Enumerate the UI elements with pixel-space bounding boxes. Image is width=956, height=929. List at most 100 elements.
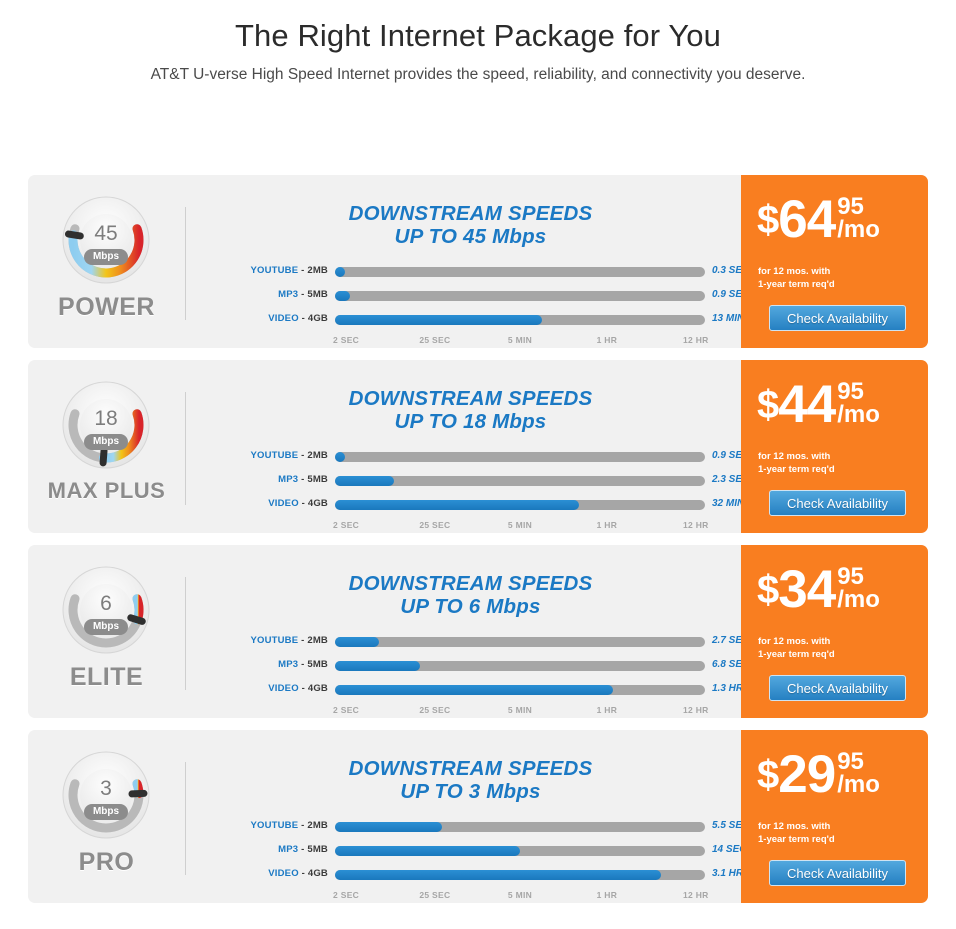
bar-fill <box>335 291 350 301</box>
currency-symbol: $ <box>757 568 779 612</box>
gauge-value: 45 <box>94 222 118 245</box>
bar-track <box>335 315 705 325</box>
axis-tick: 25 SEC <box>419 520 451 530</box>
bar-label: MP3 - 5MB <box>200 844 328 855</box>
speed-chart: DOWNSTREAM SPEEDS UP TO 45 Mbps YOUTUBE … <box>200 175 749 348</box>
price-whole: 44 <box>778 375 836 434</box>
price-whole: 29 <box>778 745 836 804</box>
chart-title: DOWNSTREAM SPEEDS UP TO 6 Mbps <box>200 572 741 618</box>
bar-label-size: - 4GB <box>298 498 328 509</box>
price-panel: $29 95 /mo for 12 mos. with 1-year term … <box>741 730 928 903</box>
bar-fill <box>335 452 345 462</box>
bar-fill <box>335 315 543 325</box>
bar-track <box>335 291 705 301</box>
chart-title-line1: DOWNSTREAM SPEEDS <box>348 387 593 410</box>
bar-label-service: MP3 <box>278 659 299 670</box>
gauge-unit-badge: Mbps <box>84 249 128 265</box>
check-availability-button[interactable]: Check Availability <box>769 860 906 886</box>
bar-label-service: YOUTUBE <box>250 635 299 646</box>
price-cents: 95 <box>837 563 864 590</box>
bar-fill <box>335 637 380 647</box>
terms-line-2: 1-year term req'd <box>758 464 835 475</box>
bar-label-service: VIDEO <box>268 498 299 509</box>
axis-tick: 12 HR <box>683 520 709 530</box>
currency-symbol: $ <box>757 198 779 242</box>
chart-title-line1: DOWNSTREAM SPEEDS <box>348 202 593 225</box>
speed-chart: DOWNSTREAM SPEEDS UP TO 6 Mbps YOUTUBE -… <box>200 545 749 718</box>
terms-line-1: for 12 mos. with <box>758 636 831 647</box>
axis-tick: 5 MIN <box>507 335 533 345</box>
plan-identity: 18 Mbps MAX PLUS <box>28 360 185 533</box>
bar-label-size: - 5MB <box>298 474 328 485</box>
bar-label: VIDEO - 4GB <box>200 683 328 694</box>
bar-fill <box>335 685 613 695</box>
bar-label: MP3 - 5MB <box>200 474 328 485</box>
bar-label-size: - 4GB <box>298 683 328 694</box>
axis-tick: 5 MIN <box>507 890 533 900</box>
axis-tick: 2 SEC <box>333 335 360 345</box>
bar-label-service: MP3 <box>278 289 299 300</box>
bar-row: VIDEO - 4GB 13 MIN <box>200 311 745 328</box>
bar-label: MP3 - 5MB <box>200 289 328 300</box>
bar-track <box>335 870 705 880</box>
bar-label: YOUTUBE - 2MB <box>200 450 328 461</box>
plan-name: PRO <box>78 848 135 876</box>
plan-identity: 3 Mbps PRO <box>28 730 185 903</box>
gauge-unit-badge: Mbps <box>84 804 128 820</box>
speed-chart: DOWNSTREAM SPEEDS UP TO 3 Mbps YOUTUBE -… <box>200 730 750 903</box>
gauge-unit-badge: Mbps <box>84 434 128 450</box>
check-availability-button[interactable]: Check Availability <box>769 675 906 701</box>
price-amount: $29 <box>757 748 836 801</box>
bar-label-size: - 4GB <box>298 868 328 879</box>
bar-label: VIDEO - 4GB <box>200 313 328 324</box>
bar-track <box>335 661 705 671</box>
axis-ticks: 2 SEC 25 SEC 5 MIN 1 HR 12 HR <box>333 335 708 347</box>
bar-row: MP3 - 5MB 6.8 SEC <box>200 657 749 674</box>
price-amount: $44 <box>757 378 836 431</box>
bar-row: MP3 - 5MB 2.3 SEC <box>200 472 749 489</box>
bar-row: MP3 - 5MB 0.9 SEC <box>200 287 749 304</box>
bar-row: YOUTUBE - 2MB 5.5 SEC <box>200 818 749 835</box>
bar-label: YOUTUBE - 2MB <box>200 820 328 831</box>
price-whole: 34 <box>778 560 836 619</box>
price-panel: $44 95 /mo for 12 mos. with 1-year term … <box>741 360 928 533</box>
bar-group: YOUTUBE - 2MB 5.5 SEC MP3 - 5MB 14 SEC V… <box>200 818 750 902</box>
section-divider <box>185 762 186 875</box>
gauge-value: 3 <box>100 777 112 800</box>
bar-track <box>335 685 705 695</box>
chart-title-line2: UP TO 3 Mbps <box>400 780 541 803</box>
bar-value: 13 MIN <box>712 313 745 324</box>
bar-row: VIDEO - 4GB 3.1 HRS <box>200 866 750 883</box>
price-cents: 95 <box>837 193 864 220</box>
price-period: /mo <box>837 586 880 613</box>
axis-ticks: 2 SEC 25 SEC 5 MIN 1 HR 12 HR <box>333 890 708 902</box>
axis-tick: 1 HR <box>596 520 618 530</box>
chart-title: DOWNSTREAM SPEEDS UP TO 3 Mbps <box>200 757 741 803</box>
gauge-value: 6 <box>100 592 112 615</box>
bar-group: YOUTUBE - 2MB 0.9 SEC MP3 - 5MB 2.3 SEC … <box>200 448 749 532</box>
bar-label-service: VIDEO <box>268 868 299 879</box>
bar-label-size: - 5MB <box>298 844 328 855</box>
bar-track <box>335 500 705 510</box>
chart-title-line1: DOWNSTREAM SPEEDS <box>348 757 593 780</box>
chart-title-line2: UP TO 6 Mbps <box>400 595 541 618</box>
bar-track <box>335 637 705 647</box>
check-availability-button[interactable]: Check Availability <box>769 305 906 331</box>
gauge-unit-badge: Mbps <box>84 619 128 635</box>
currency-symbol: $ <box>757 753 779 797</box>
terms-line-2: 1-year term req'd <box>758 279 835 290</box>
speed-gauge-icon: 18 Mbps <box>61 380 151 470</box>
price-superscript: 95 /mo <box>837 380 880 427</box>
axis-tick: 2 SEC <box>333 520 360 530</box>
section-divider <box>185 207 186 320</box>
price-display: $44 95 /mo <box>757 378 880 431</box>
axis-tick: 5 MIN <box>507 705 533 715</box>
terms-line-2: 1-year term req'd <box>758 649 835 660</box>
bar-label-size: - 2MB <box>298 820 328 831</box>
check-availability-button[interactable]: Check Availability <box>769 490 906 516</box>
plan-card-power: 45 Mbps POWER DOWNSTREAM SPEEDS UP TO 45… <box>28 175 928 348</box>
price-period: /mo <box>837 216 880 243</box>
terms-line-2: 1-year term req'd <box>758 834 835 845</box>
price-superscript: 95 /mo <box>837 563 880 613</box>
axis-tick: 2 SEC <box>333 705 360 715</box>
